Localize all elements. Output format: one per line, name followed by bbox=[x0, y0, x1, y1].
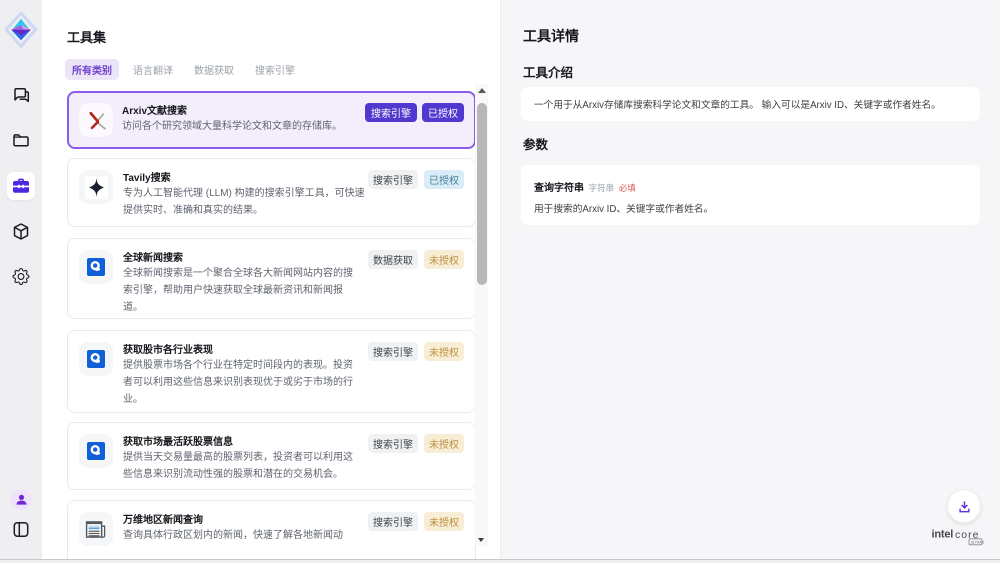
svg-text:intel: intel bbox=[932, 529, 954, 541]
svg-text:ULTRA 9: ULTRA 9 bbox=[971, 540, 985, 544]
